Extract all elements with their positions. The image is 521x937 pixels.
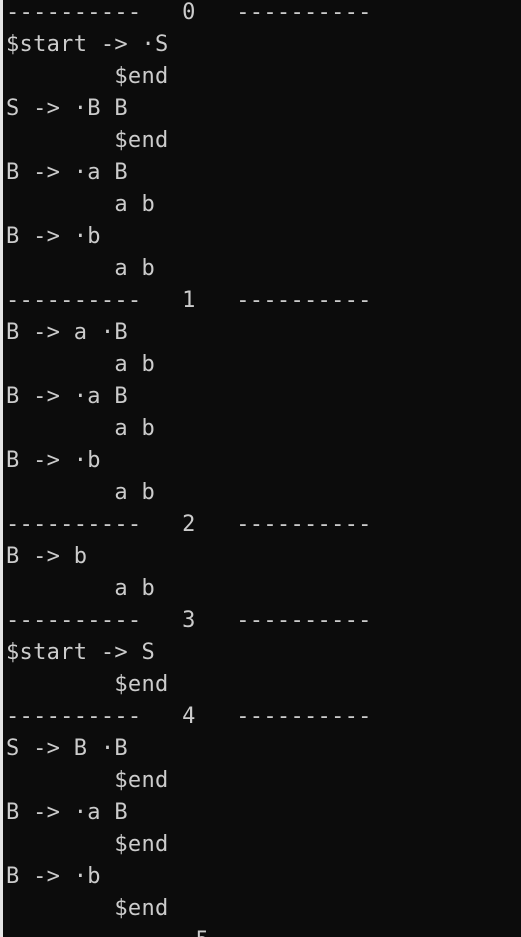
- console-line: ---------- 3 ----------: [6, 608, 372, 633]
- console-line: B -> ·b: [6, 448, 101, 473]
- console-line: ---------- 0 ----------: [6, 0, 372, 25]
- console-line: ---------- 4 ----------: [6, 704, 372, 729]
- console-line: $end: [6, 128, 169, 153]
- console-line: B -> ·a B: [6, 800, 128, 825]
- console-line: B -> b: [6, 544, 88, 569]
- console-output: ---------- 0 ---------- $start -> ·S $en…: [6, 0, 372, 937]
- console-line: a b: [6, 352, 155, 377]
- console-line: 5: [6, 925, 372, 937]
- console-line: S -> B ·B: [6, 736, 128, 761]
- console-line: S -> ·B B: [6, 96, 128, 121]
- console-line: a b: [6, 576, 155, 601]
- console-line: a b: [6, 416, 155, 441]
- console-line: $end: [6, 768, 169, 793]
- console-line: B -> ·b: [6, 864, 101, 889]
- console-line: a b: [6, 480, 155, 505]
- console-line: $end: [6, 64, 169, 89]
- console-window[interactable]: ---------- 0 ---------- $start -> ·S $en…: [0, 0, 521, 937]
- console-line: ---------- 2 ----------: [6, 512, 372, 537]
- console-line: a b: [6, 256, 155, 281]
- window-left-border: [0, 0, 3, 937]
- console-line: B -> ·a B: [6, 384, 128, 409]
- console-line: ---------- 1 ----------: [6, 288, 372, 313]
- console-line: $end: [6, 832, 169, 857]
- console-line: $start -> S: [6, 640, 155, 665]
- console-line: $start -> ·S: [6, 32, 169, 57]
- console-line: B -> ·b: [6, 224, 101, 249]
- console-line: $end: [6, 672, 169, 697]
- console-line: B -> a ·B: [6, 320, 128, 345]
- console-line: a b: [6, 192, 155, 217]
- console-line: $end: [6, 896, 169, 921]
- console-line: B -> ·a B: [6, 160, 128, 185]
